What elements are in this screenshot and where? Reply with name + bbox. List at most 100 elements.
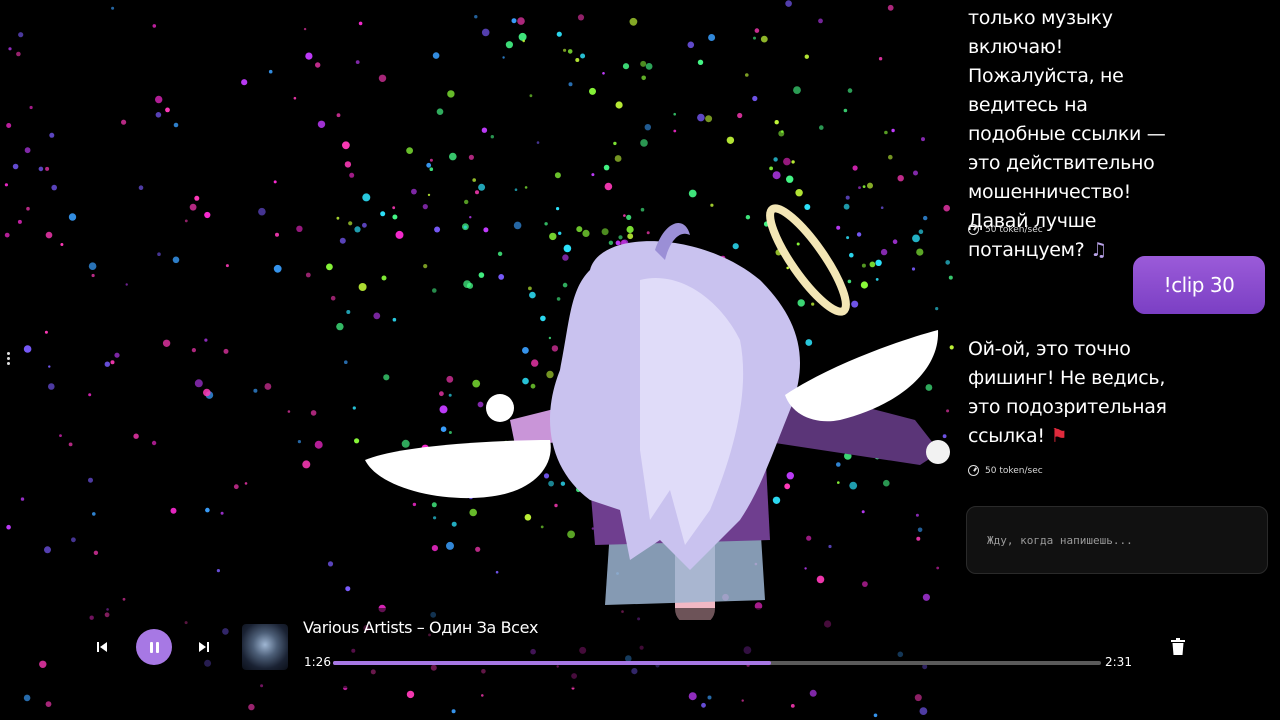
particle bbox=[104, 361, 111, 367]
user-message: !clip 30 bbox=[1133, 256, 1265, 314]
particle bbox=[737, 112, 743, 119]
play-pause-button[interactable] bbox=[136, 629, 172, 665]
particle bbox=[344, 161, 352, 168]
particle bbox=[793, 86, 801, 94]
particle bbox=[554, 172, 561, 179]
particle bbox=[745, 73, 749, 77]
particle bbox=[326, 263, 333, 271]
particle bbox=[248, 703, 255, 711]
trash-icon[interactable] bbox=[1170, 638, 1186, 656]
particle bbox=[39, 660, 47, 668]
particle bbox=[165, 107, 170, 113]
particle bbox=[297, 440, 301, 444]
particle bbox=[451, 709, 456, 714]
particle bbox=[481, 694, 484, 697]
particle bbox=[688, 692, 697, 701]
particle bbox=[244, 482, 248, 485]
particle bbox=[921, 137, 925, 142]
particle bbox=[536, 141, 540, 144]
particle bbox=[38, 166, 44, 172]
particle bbox=[518, 32, 527, 41]
particle bbox=[24, 147, 31, 154]
particle bbox=[878, 57, 883, 61]
particle bbox=[93, 550, 99, 555]
time-current: 1:26 bbox=[304, 655, 331, 669]
particle bbox=[913, 170, 918, 176]
album-cover bbox=[242, 624, 288, 670]
particle bbox=[687, 41, 695, 49]
particle bbox=[809, 689, 817, 697]
chat-input[interactable] bbox=[966, 506, 1268, 574]
particle bbox=[589, 87, 596, 95]
particle bbox=[88, 393, 92, 397]
particle bbox=[155, 112, 162, 118]
particle bbox=[315, 62, 321, 68]
particle bbox=[673, 112, 676, 116]
particle bbox=[6, 524, 11, 530]
particle bbox=[122, 597, 126, 601]
particle bbox=[406, 690, 415, 699]
particle bbox=[152, 24, 157, 28]
progress-bar[interactable] bbox=[333, 661, 1101, 665]
bot-message-2-text: Ой-ой, это точно фишинг! Не ведись, это … bbox=[968, 338, 1167, 447]
particle bbox=[194, 379, 203, 388]
particle bbox=[172, 256, 180, 264]
particle bbox=[157, 252, 161, 256]
particle bbox=[432, 52, 440, 59]
particle bbox=[336, 216, 340, 220]
particle bbox=[342, 141, 350, 150]
particle bbox=[517, 17, 525, 25]
particle bbox=[305, 272, 311, 278]
particle bbox=[769, 166, 773, 171]
particle bbox=[705, 115, 713, 123]
particle bbox=[16, 51, 21, 57]
particle bbox=[629, 17, 638, 26]
skip-next-icon[interactable] bbox=[194, 637, 214, 657]
particle bbox=[708, 34, 716, 41]
particle bbox=[45, 231, 53, 239]
particle bbox=[275, 232, 279, 237]
user-message-text: !clip 30 bbox=[1163, 273, 1235, 297]
particle bbox=[305, 52, 313, 60]
particle bbox=[490, 135, 494, 139]
particle bbox=[563, 48, 567, 52]
particle bbox=[772, 171, 781, 180]
particle bbox=[790, 704, 795, 708]
particle bbox=[125, 283, 128, 286]
particle bbox=[303, 27, 307, 31]
particle bbox=[138, 185, 144, 190]
particle bbox=[791, 160, 795, 164]
particle bbox=[447, 90, 455, 98]
skip-previous-icon[interactable] bbox=[92, 637, 112, 657]
particle bbox=[204, 338, 208, 342]
particle bbox=[804, 54, 809, 59]
particle bbox=[819, 125, 824, 130]
particle bbox=[189, 203, 197, 211]
particle bbox=[45, 701, 52, 707]
particle bbox=[726, 136, 735, 144]
particle bbox=[155, 95, 163, 104]
particle bbox=[641, 75, 646, 81]
particle bbox=[522, 39, 525, 43]
particle bbox=[644, 124, 651, 131]
particle bbox=[591, 173, 595, 177]
particle bbox=[203, 388, 211, 397]
particle bbox=[68, 213, 77, 221]
particle bbox=[468, 154, 474, 160]
particle bbox=[502, 56, 505, 59]
particle bbox=[349, 172, 355, 178]
particle bbox=[707, 695, 712, 700]
particle bbox=[778, 130, 785, 137]
particle bbox=[4, 232, 10, 238]
particle bbox=[602, 72, 605, 75]
side-menu-handle[interactable] bbox=[4, 352, 12, 368]
particle bbox=[310, 410, 317, 416]
particle bbox=[44, 330, 48, 334]
particle bbox=[472, 178, 477, 182]
particle bbox=[293, 96, 297, 100]
particle bbox=[17, 219, 22, 224]
particle bbox=[622, 63, 630, 70]
particle bbox=[888, 154, 893, 160]
particle bbox=[524, 186, 528, 189]
particle bbox=[296, 225, 303, 232]
